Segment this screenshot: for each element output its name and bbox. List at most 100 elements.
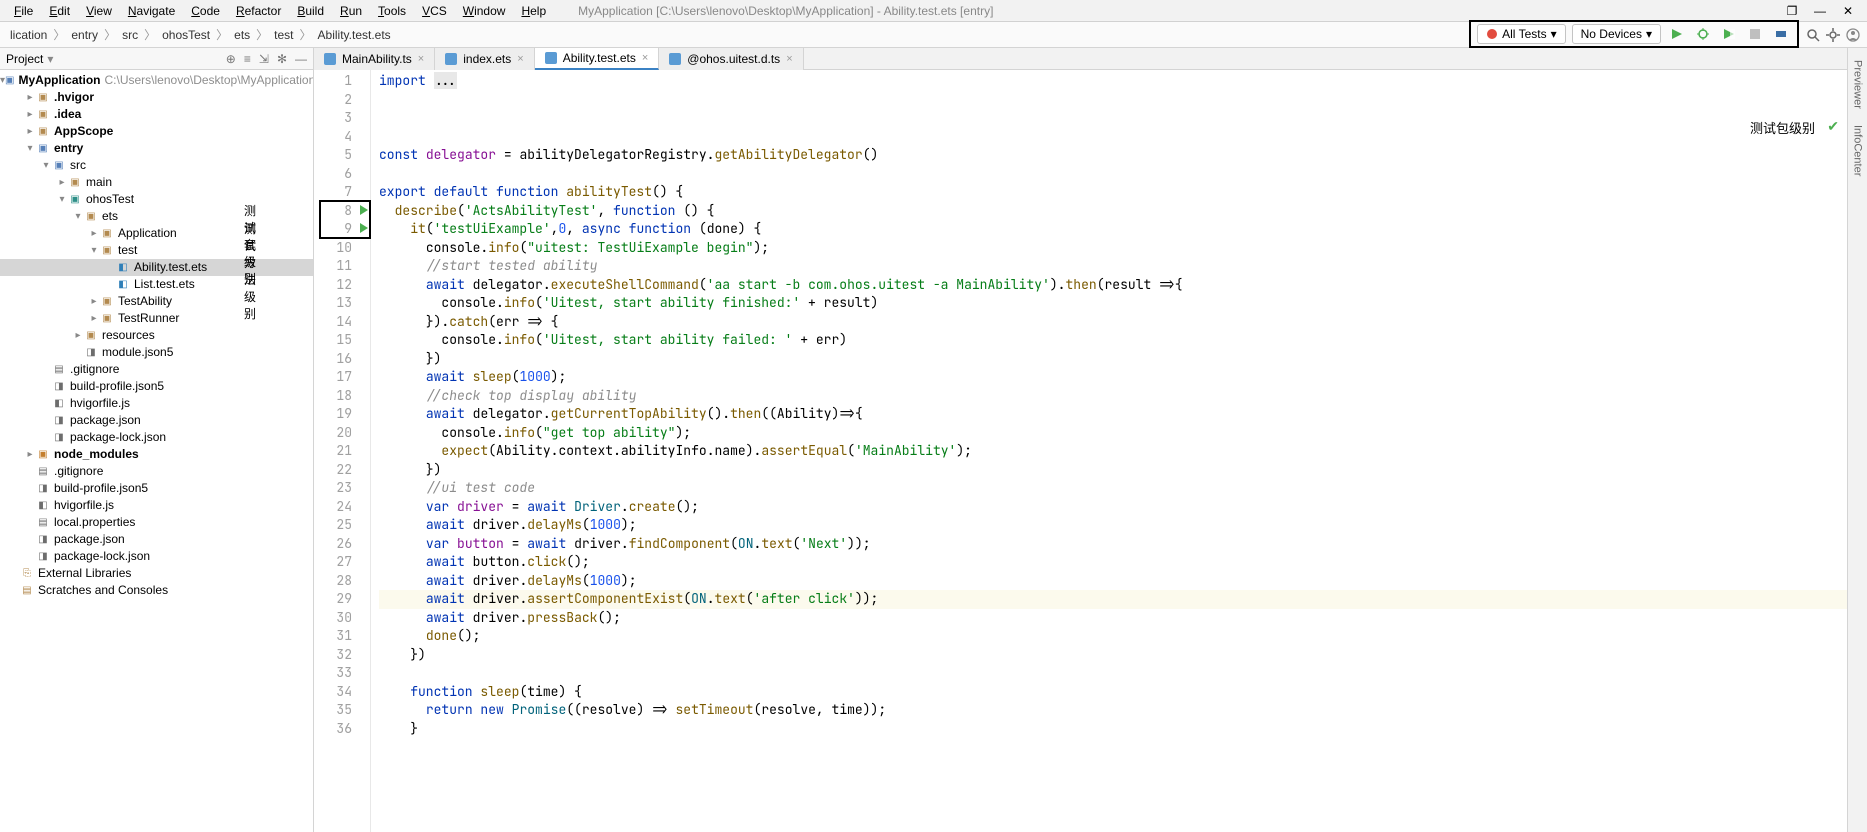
tree-item[interactable]: ◨package.json: [0, 412, 313, 429]
close-icon[interactable]: ×: [642, 52, 648, 64]
tree-item[interactable]: ◨build-profile.json5: [0, 378, 313, 395]
code-line[interactable]: console.info('Uitest, start ability fini…: [379, 294, 1847, 313]
code-line[interactable]: await delegator.executeShellCommand('aa …: [379, 276, 1847, 295]
code-line[interactable]: expect(Ability.context.abilityInfo.name)…: [379, 442, 1847, 461]
tree-item[interactable]: ◨module.json5: [0, 344, 313, 361]
code-line[interactable]: [379, 664, 1847, 683]
infocenter-tab[interactable]: InfoCenter: [1852, 119, 1864, 182]
chevron-down-icon[interactable]: ▾: [47, 52, 53, 66]
tree-item[interactable]: ◧hvigorfile.js: [0, 497, 313, 514]
device-select[interactable]: No Devices ▾: [1572, 24, 1661, 44]
menu-vcs[interactable]: VCS: [414, 2, 455, 20]
tree-item[interactable]: ▸▣node_modules: [0, 446, 313, 463]
run-gutter-icon[interactable]: [360, 223, 368, 233]
code-line[interactable]: console.info("uitest: TestUiExample begi…: [379, 239, 1847, 258]
menu-tools[interactable]: Tools: [370, 2, 414, 20]
search-icon[interactable]: [1803, 25, 1823, 45]
coverage-button[interactable]: [1719, 24, 1739, 44]
code-line[interactable]: //check top display ability: [379, 387, 1847, 406]
crumb-0[interactable]: lication: [4, 28, 53, 42]
crumb-2[interactable]: src: [116, 28, 144, 42]
crumb-5[interactable]: test: [268, 28, 299, 42]
code-line[interactable]: }: [379, 720, 1847, 739]
tree-item[interactable]: ▤.gitignore: [0, 361, 313, 378]
editor-tab[interactable]: index.ets×: [435, 48, 534, 70]
code-line[interactable]: it('testUiExample',0, async function (do…: [379, 220, 1847, 239]
code-line[interactable]: [379, 109, 1847, 128]
menu-navigate[interactable]: Navigate: [120, 2, 183, 20]
tree-item[interactable]: ▾▣ets: [0, 208, 313, 225]
close-icon[interactable]: ×: [418, 53, 424, 65]
code-line[interactable]: }): [379, 646, 1847, 665]
tree-item[interactable]: ◧Ability.test.ets: [0, 259, 313, 276]
tree-item[interactable]: ◨package-lock.json: [0, 548, 313, 565]
editor-tab[interactable]: @ohos.uitest.d.ts×: [659, 48, 803, 70]
menu-code[interactable]: Code: [183, 2, 228, 20]
collapse-icon[interactable]: ⇲: [259, 52, 269, 66]
tree-item[interactable]: ▸▣AppScope: [0, 123, 313, 140]
tree-item[interactable]: ▾▣test: [0, 242, 313, 259]
expand-icon[interactable]: ≡: [244, 52, 251, 66]
code-line[interactable]: [379, 128, 1847, 147]
tree-item[interactable]: ▸▣Application: [0, 225, 313, 242]
code-line[interactable]: await driver.pressBack();: [379, 609, 1847, 628]
menu-build[interactable]: Build: [289, 2, 332, 20]
code-line[interactable]: }): [379, 461, 1847, 480]
code-area[interactable]: import ... const delegator = abilityDele…: [371, 70, 1847, 832]
editor-tab[interactable]: MainAbility.ts×: [314, 48, 435, 70]
tree-item[interactable]: ▤local.properties: [0, 514, 313, 531]
tree-item[interactable]: ◧List.test.ets: [0, 276, 313, 293]
menu-refactor[interactable]: Refactor: [228, 2, 289, 20]
tree-item[interactable]: ▸▣main: [0, 174, 313, 191]
hide-icon[interactable]: —: [295, 52, 307, 66]
close-icon[interactable]: ×: [786, 53, 792, 65]
tree-item[interactable]: ◨package-lock.json: [0, 429, 313, 446]
editor-gutter[interactable]: 1234567891011121314151617181920212223242…: [314, 70, 371, 832]
window-minimize-icon[interactable]: —: [1813, 4, 1827, 18]
close-icon[interactable]: ×: [517, 53, 523, 65]
tree-item[interactable]: ▤.gitignore: [0, 463, 313, 480]
settings-icon[interactable]: [1823, 25, 1843, 45]
tree-item[interactable]: ▸▣resources: [0, 327, 313, 344]
menu-edit[interactable]: Edit: [41, 2, 78, 20]
tree-item[interactable]: ⎘External Libraries: [0, 565, 313, 582]
code-line[interactable]: await driver.delayMs(1000);: [379, 572, 1847, 591]
tree-item[interactable]: ▾▣entry: [0, 140, 313, 157]
tree-item[interactable]: ◨build-profile.json5: [0, 480, 313, 497]
stop-button[interactable]: [1745, 24, 1765, 44]
code-line[interactable]: [379, 91, 1847, 110]
code-line[interactable]: await button.click();: [379, 553, 1847, 572]
code-line[interactable]: var button = await driver.findComponent(…: [379, 535, 1847, 554]
project-panel-title[interactable]: Project: [6, 52, 43, 66]
crumb-3[interactable]: ohosTest: [156, 28, 216, 42]
run-config-select[interactable]: All Tests ▾: [1477, 24, 1566, 44]
crumb-1[interactable]: entry: [65, 28, 104, 42]
crumb-4[interactable]: ets: [228, 28, 256, 42]
debug-button[interactable]: [1693, 24, 1713, 44]
run-button[interactable]: [1667, 24, 1687, 44]
menu-file[interactable]: File: [6, 2, 41, 20]
tree-item[interactable]: ◧hvigorfile.js: [0, 395, 313, 412]
tree-item[interactable]: ▸▣.hvigor: [0, 89, 313, 106]
editor-tab[interactable]: Ability.test.ets×: [535, 48, 660, 70]
code-line[interactable]: await sleep(1000);: [379, 368, 1847, 387]
tree-item[interactable]: ▸▣TestRunner: [0, 310, 313, 327]
code-line[interactable]: import ...: [379, 72, 1847, 91]
code-line[interactable]: return new Promise((resolve) => setTimeo…: [379, 701, 1847, 720]
run-gutter-icon[interactable]: [360, 205, 368, 215]
attach-button[interactable]: [1771, 24, 1791, 44]
previewer-tab[interactable]: Previewer: [1852, 54, 1864, 115]
code-line[interactable]: //start tested ability: [379, 257, 1847, 276]
code-line[interactable]: [379, 165, 1847, 184]
locate-icon[interactable]: ⊕: [226, 52, 236, 66]
code-line[interactable]: function sleep(time) {: [379, 683, 1847, 702]
tree-item[interactable]: ▾▣src: [0, 157, 313, 174]
code-line[interactable]: describe('ActsAbilityTest', function () …: [379, 202, 1847, 221]
code-line[interactable]: done();: [379, 627, 1847, 646]
code-line[interactable]: }): [379, 350, 1847, 369]
code-line[interactable]: var driver = await Driver.create();: [379, 498, 1847, 517]
tree-item[interactable]: ▸▣TestAbility: [0, 293, 313, 310]
code-line[interactable]: console.info('Uitest, start ability fail…: [379, 331, 1847, 350]
code-line[interactable]: await driver.delayMs(1000);: [379, 516, 1847, 535]
code-line[interactable]: //ui test code: [379, 479, 1847, 498]
